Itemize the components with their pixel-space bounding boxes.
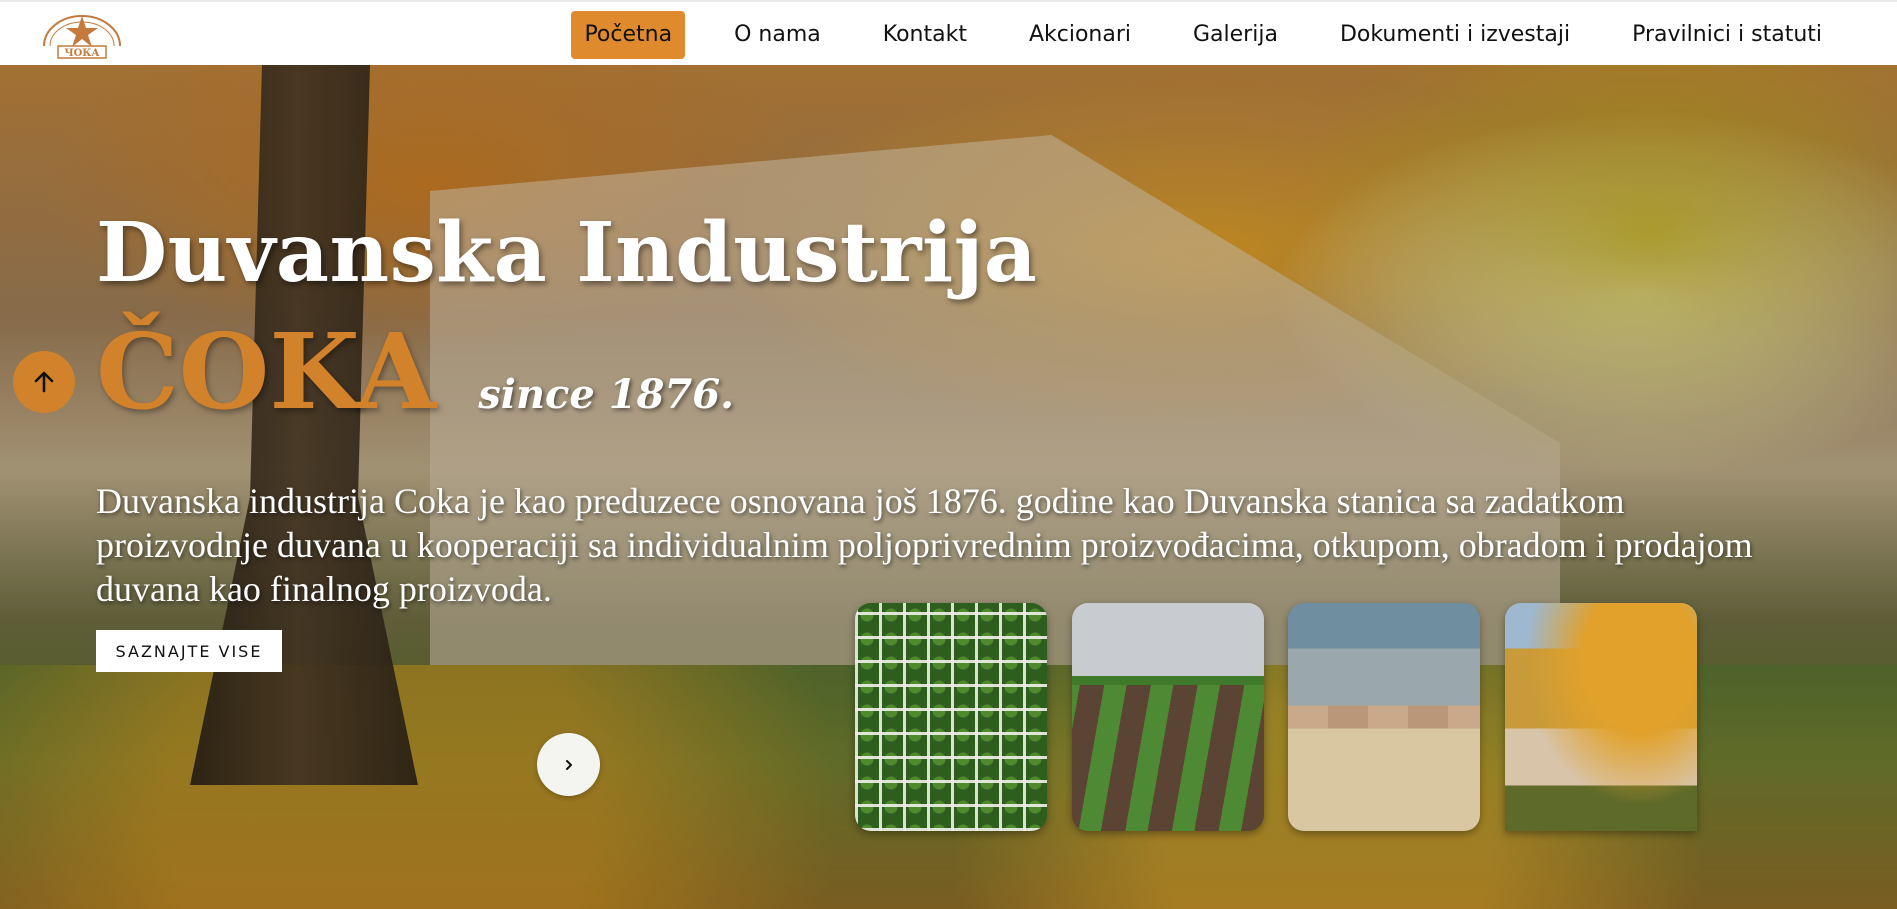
svg-text:ЧОКА: ЧОКА: [64, 48, 100, 59]
thumbnail-building-autumn[interactable]: [1505, 603, 1697, 831]
hero-title: Duvanska Industrija: [96, 205, 1038, 301]
scroll-to-top-button[interactable]: [13, 351, 75, 413]
top-navbar: ЧОКА Početna O nama Kontakt Akcionari Ga…: [0, 0, 1897, 65]
logo[interactable]: ЧОКА: [36, 6, 128, 62]
nav-item-akcionari[interactable]: Akcionari: [998, 11, 1162, 59]
learn-more-button[interactable]: SAZNAJTE VISE: [96, 630, 282, 672]
slider-next-button[interactable]: [537, 733, 600, 796]
thumbnail-seedling-trays[interactable]: [855, 603, 1047, 831]
nav-item-pocetna[interactable]: Početna: [571, 11, 686, 59]
logo-emblem-icon: ЧОКА: [43, 15, 121, 59]
nav-item-kontakt[interactable]: Kontakt: [852, 11, 998, 59]
thumbnail-tobacco-field[interactable]: [1072, 603, 1264, 831]
nav-item-dokumenti[interactable]: Dokumenti i izvestaji: [1309, 11, 1601, 59]
thumbnail-factory-interior[interactable]: [1288, 603, 1480, 831]
hero-section: Duvanska Industrija ČOKA since 1876. Duv…: [0, 65, 1897, 909]
main-nav: Početna O nama Kontakt Akcionari Galerij…: [571, 11, 1853, 59]
arrow-up-icon: [34, 371, 54, 393]
nav-item-pravilnici[interactable]: Pravilnici i statuti: [1601, 11, 1853, 59]
nav-item-galerija[interactable]: Galerija: [1162, 11, 1309, 59]
chevron-right-icon: [565, 759, 572, 770]
hero-description: Duvanska industrija Coka je kao preduzec…: [96, 481, 1753, 609]
nav-item-o-nama[interactable]: O nama: [703, 11, 852, 59]
hero-since-text: since 1876.: [478, 371, 735, 418]
hero-brand-name: ČOKA: [96, 310, 437, 433]
hero-brand-row: ČOKA since 1876.: [96, 320, 734, 424]
